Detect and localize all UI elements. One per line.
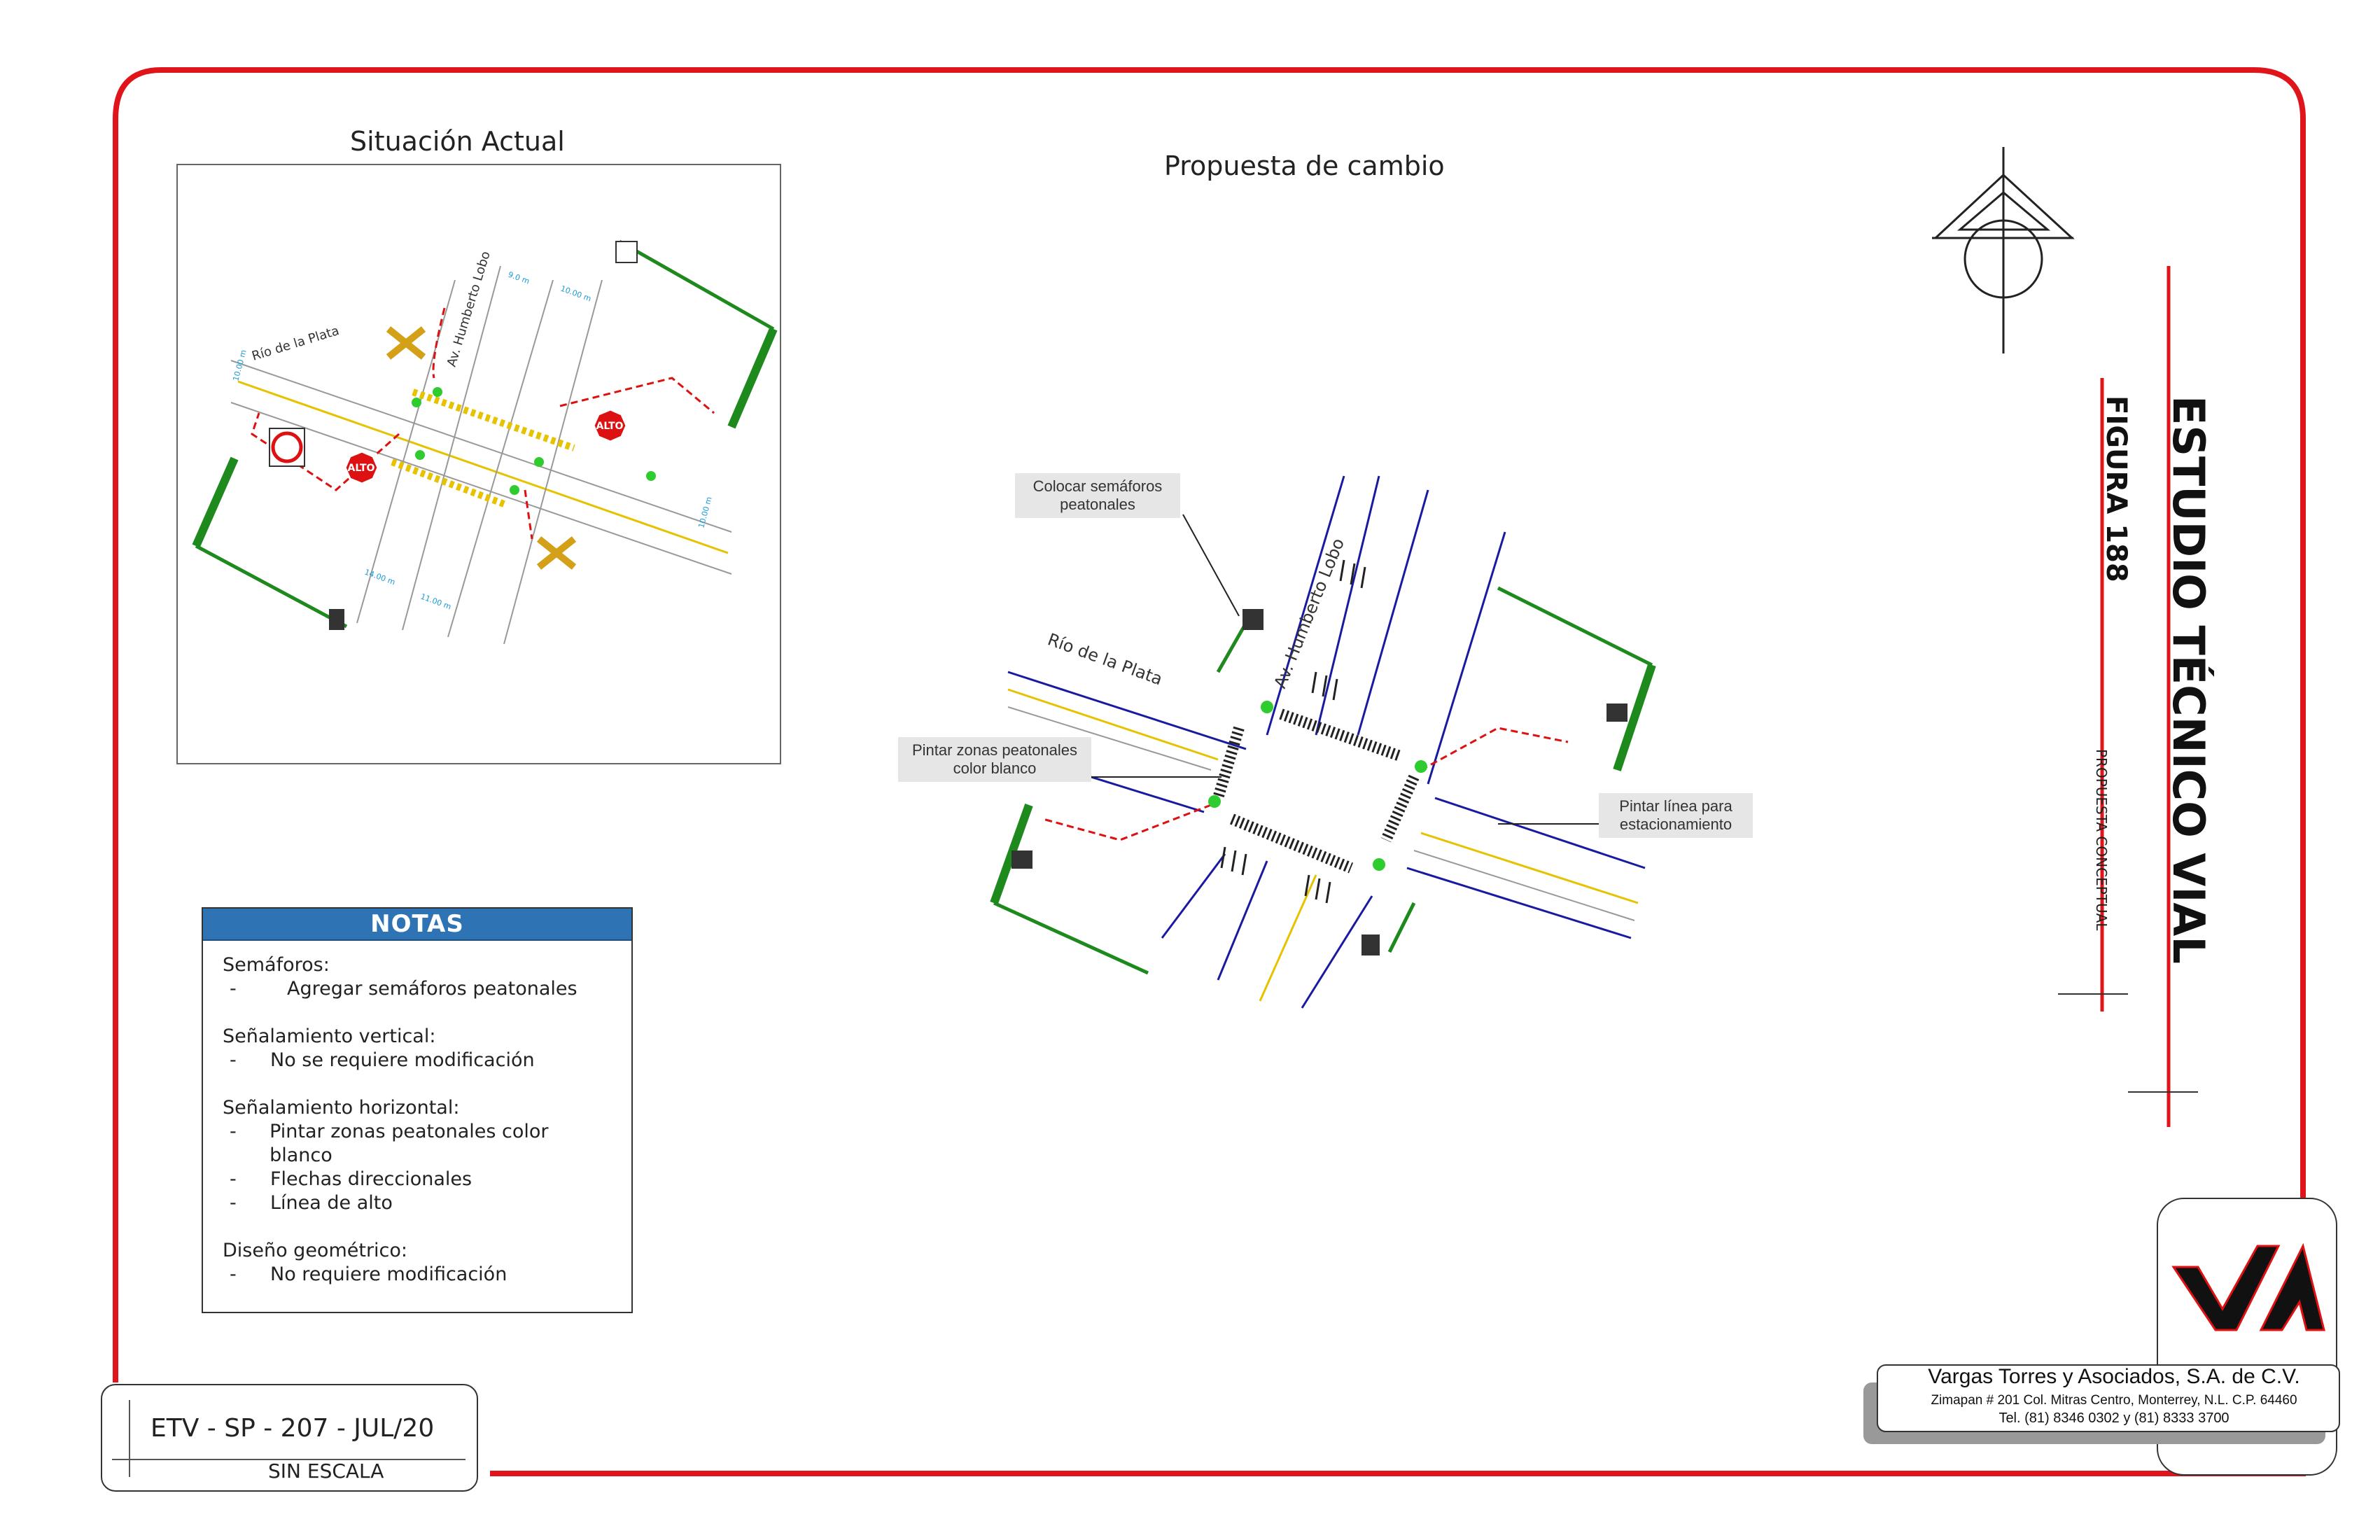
figure-number: FIGURA 188 [2100, 396, 2132, 582]
notes-item: No se requiere modificación [270, 1049, 535, 1071]
notes-section-title: Señalamiento horizontal: [223, 1097, 460, 1119]
sheet-main-title: ESTUDIO TÉCNICO VIAL [2163, 396, 2214, 964]
notes-item: Pintar zonas peatonales color blanco [270, 1121, 549, 1166]
company-address: Zimapan # 201 Col. Mitras Centro, Monter… [1931, 1393, 2297, 1408]
proposal-main-street-label: Av. Humberto Lobo [1270, 536, 1349, 691]
notes-section-title: Semáforos: [223, 954, 330, 976]
scale-label: SIN ESCALA [268, 1460, 384, 1483]
company-name: Vargas Torres y Asociados, S.A. de C.V. [1928, 1365, 2300, 1388]
notes-section: Señalamiento horizontal: - Pintar zonas p… [223, 1096, 612, 1215]
notes-heading: NOTAS [203, 909, 631, 941]
stop-sign-label-2: ALTO [348, 463, 375, 474]
current-situation-title: Situación Actual [350, 126, 565, 157]
proposal-cross-street-label: Río de la Plata [1045, 629, 1165, 689]
notes-section: Diseño geométrico: - No requiere modifica… [223, 1239, 612, 1287]
notes-section-title: Señalamiento vertical: [223, 1026, 436, 1047]
callout-pedestrian-zones: Pintar zonas peatonales color blanco [898, 737, 1091, 782]
notes-section: Semáforos: - Agregar semáforos peatonales [223, 953, 612, 1001]
stop-sign-label: ALTO [596, 421, 624, 432]
notes-item: Flechas direccionales [270, 1168, 472, 1190]
notes-item: Agregar semáforos peatonales [287, 978, 578, 1000]
notes-section: Señalamiento vertical: - No se requiere m… [223, 1025, 612, 1072]
north-arrow-icon [1932, 147, 2075, 354]
notes-section-title: Diseño geométrico: [223, 1240, 408, 1261]
notes-item: No requiere modificación [270, 1264, 507, 1285]
sheet-subtitle: PROPUESTA CONCEPTUAL [2093, 749, 2110, 931]
callout-parking-line: Pintar línea para estacionamiento [1599, 793, 1753, 838]
notes-panel: NOTAS Semáforos: - Agregar semáforos peat… [202, 907, 633, 1313]
notes-item: Línea de alto [270, 1192, 393, 1214]
callout-pedestrian-signals: Colocar semáforos peatonales [1015, 473, 1180, 518]
proposal-title: Propuesta de cambio [1164, 150, 1445, 181]
drawing-code: ETV - SP - 207 - JUL/20 [150, 1414, 435, 1443]
proposal-map: Río de la Plata Av. Humberto Lobo [990, 475, 1656, 1009]
company-phone: Tel. (81) 8346 0302 y (81) 8333 3700 [1998, 1410, 2230, 1426]
